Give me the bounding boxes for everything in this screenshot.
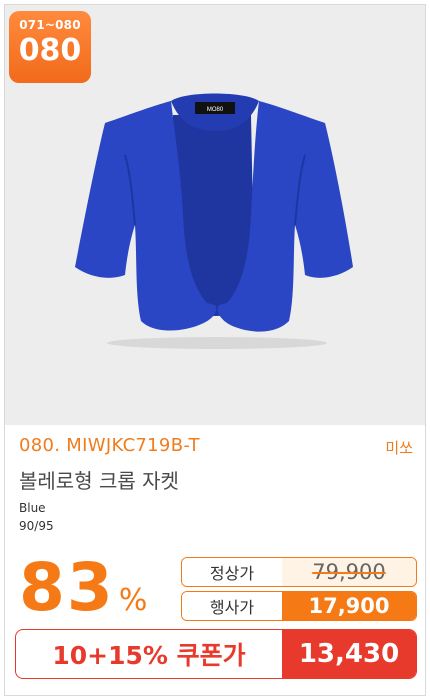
product-card[interactable]: MO80 071~080 080 080. MIWJKC719B-T 미쏘 볼레… (4, 4, 426, 696)
badge-number: 080 (18, 33, 82, 68)
coupon-price-box[interactable]: 10+15% 쿠폰가 13,430 (15, 629, 417, 679)
neck-label-text: MO80 (207, 107, 224, 113)
discount-percent-sign: % (118, 583, 148, 618)
discount-number: 83 (19, 549, 115, 626)
badge-range: 071~080 (19, 18, 81, 32)
product-code: 080. MIWJKC719B-T (19, 435, 200, 456)
product-color: Blue (19, 501, 46, 515)
normal-price-value: 79,900 (282, 558, 416, 586)
normal-price-label: 정상가 (182, 558, 282, 586)
product-size: 90/95 (19, 519, 54, 533)
brand-name[interactable]: 미쏘 (385, 437, 413, 458)
discount-rate: 83% (19, 551, 147, 625)
normal-price-text: 79,900 (312, 560, 386, 584)
product-name[interactable]: 볼레로형 크롭 자켓 (19, 465, 179, 494)
product-number-badge: 071~080 080 (9, 11, 91, 83)
normal-price-row: 정상가 79,900 (181, 557, 417, 587)
coupon-price: 13,430 (282, 630, 416, 678)
sale-price-value: 17,900 (282, 592, 416, 620)
coupon-label: 10+15% 쿠폰가 (52, 641, 246, 670)
sale-price-label: 행사가 (182, 592, 282, 620)
shadow (107, 337, 327, 349)
sale-price-row: 행사가 17,900 (181, 591, 417, 621)
product-image[interactable]: MO80 071~080 080 (5, 5, 425, 425)
